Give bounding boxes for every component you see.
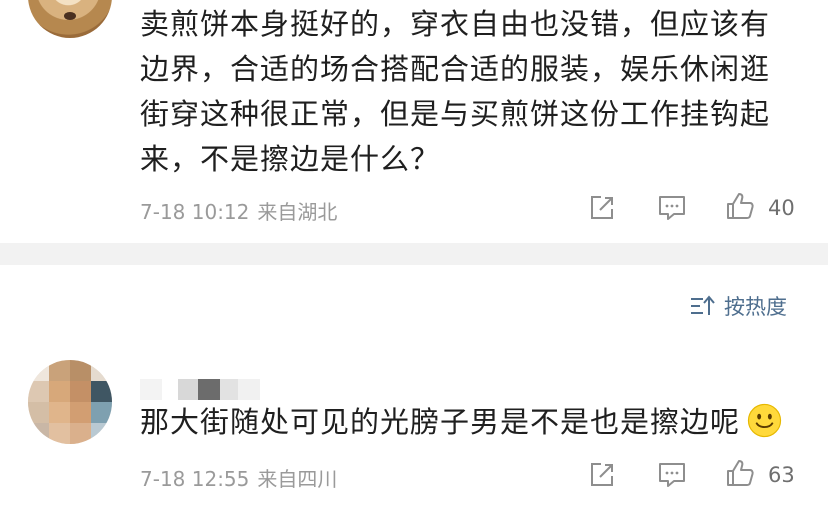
- section-separator: [0, 243, 828, 265]
- thumbs-up-icon[interactable]: [725, 458, 755, 488]
- avatar-mosaic-tile: [49, 402, 70, 423]
- avatar-nose-detail: [64, 12, 76, 20]
- sort-label: 按热度: [724, 295, 787, 319]
- comment-icon[interactable]: [657, 193, 687, 223]
- like-count-2: 63: [768, 463, 795, 487]
- comment-text-2: 那大街随处可见的光膀子男是不是也是擦边呢: [140, 401, 782, 443]
- avatar-mosaic-tile: [70, 423, 91, 444]
- username-mosaic: [220, 379, 238, 400]
- comment-text-1: 卖煎饼本身挺好的，穿衣自由也没错，但应该有边界，合适的场合搭配合适的服装，娱乐休…: [140, 7, 771, 176]
- share-icon[interactable]: [587, 460, 617, 490]
- avatar-mosaic-tile: [28, 423, 49, 444]
- avatar-mosaic-tile: [49, 423, 70, 444]
- sort-by-heat-button[interactable]: 按热度: [690, 291, 787, 321]
- comment-text-2-content: 那大街随处可见的光膀子男是不是也是擦边呢: [140, 405, 741, 439]
- username-mosaic: [238, 379, 260, 400]
- avatar-mosaic-tile: [49, 360, 70, 381]
- comment-meta-1: 7-18 10:12 来自湖北: [140, 196, 337, 225]
- smile-emoji-icon: [747, 403, 782, 438]
- comment-location-2: 来自四川: [257, 467, 338, 491]
- comment-icon[interactable]: [657, 460, 687, 490]
- comment-location-1: 来自湖北: [257, 200, 338, 224]
- avatar-mosaic-tile: [91, 402, 112, 423]
- like-count-1: 40: [768, 196, 795, 220]
- avatar-mosaic-tile: [28, 381, 49, 402]
- sort-icon: [691, 295, 715, 315]
- avatar-mosaic-tile: [91, 381, 112, 402]
- avatar-mosaic-tile: [91, 360, 112, 381]
- username-mosaic: [198, 379, 220, 400]
- comment-time-2: 7-18 12:55: [140, 467, 250, 491]
- avatar-mosaic-tile: [28, 360, 49, 381]
- avatar-mosaic-tile: [49, 381, 70, 402]
- commenter-avatar-bottom[interactable]: [28, 360, 112, 444]
- commenter-avatar-top[interactable]: [28, 0, 112, 38]
- username-mosaic: [178, 379, 198, 400]
- avatar-mosaic-tile: [28, 402, 49, 423]
- comment-time-1: 7-18 10:12: [140, 200, 250, 224]
- share-icon[interactable]: [587, 193, 617, 223]
- username-mosaic[interactable]: [140, 379, 162, 400]
- comment-meta-2: 7-18 12:55 来自四川: [140, 463, 337, 492]
- avatar-mosaic-tile: [70, 381, 91, 402]
- thumbs-up-icon[interactable]: [725, 191, 755, 221]
- avatar-mosaic-tile: [70, 402, 91, 423]
- avatar-mosaic-tile: [91, 423, 112, 444]
- avatar-mosaic-tile: [70, 360, 91, 381]
